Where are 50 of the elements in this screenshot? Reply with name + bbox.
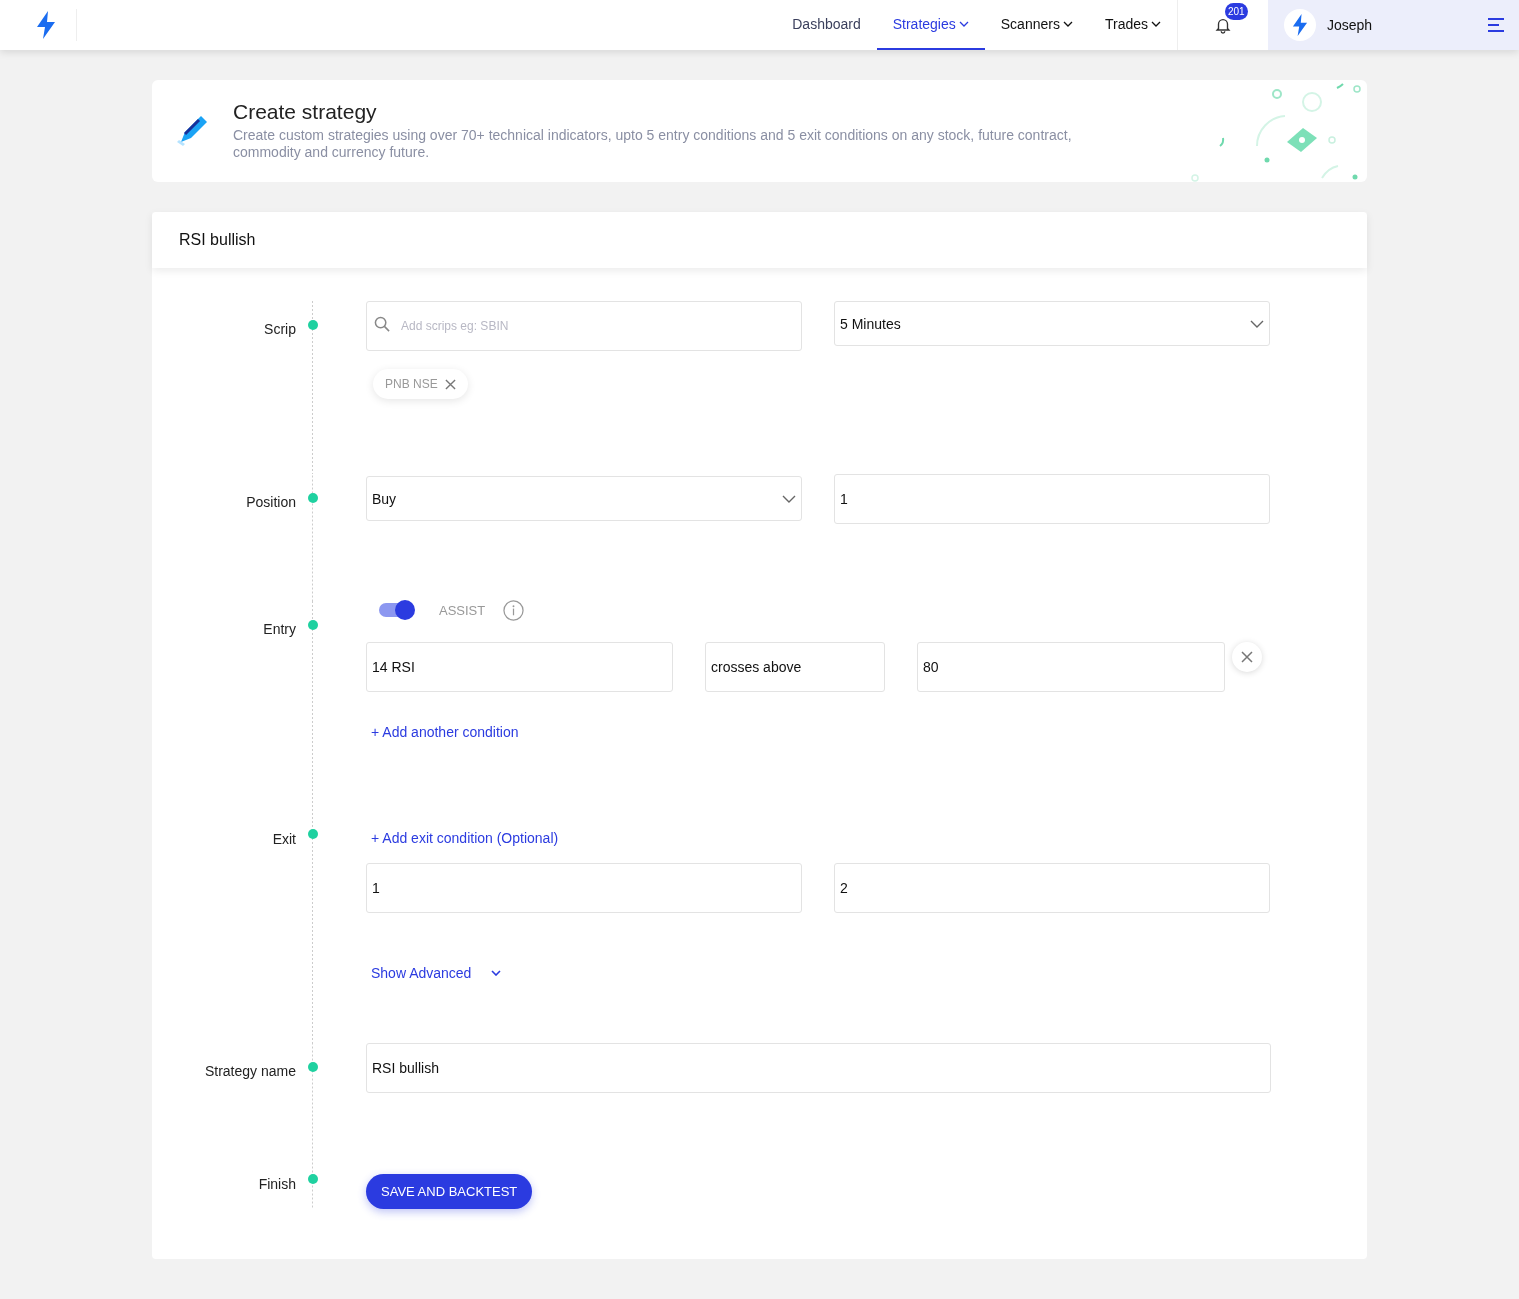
assist-label: ASSIST [439, 602, 486, 618]
scrip-search-field[interactable]: Add scrips eg: SBIN [366, 301, 802, 351]
strategy-title: RSI bullish [179, 231, 256, 249]
save-and-backtest-button[interactable]: SAVE AND BACKTEST [366, 1174, 533, 1209]
step-dot [308, 1062, 318, 1072]
bell-icon[interactable] [1214, 16, 1232, 34]
step-label: Finish [257, 1175, 296, 1194]
step-label: Scrip [263, 320, 296, 339]
step-label: Exit [271, 830, 296, 849]
step-dot [308, 493, 318, 503]
step-label: Strategy name [203, 1062, 296, 1081]
chevron-down-icon [1250, 319, 1264, 328]
bolt-logo-icon[interactable] [35, 11, 57, 39]
chip-label: PNB NSE [385, 377, 438, 391]
nav-tab[interactable]: Trades [1088, 0, 1177, 50]
nav-tab[interactable]: Scanners [984, 0, 1089, 50]
search-icon [374, 316, 391, 333]
avatar[interactable] [1284, 9, 1316, 41]
condition-field[interactable]: 14 RSI [366, 642, 673, 692]
page-description: Create custom strategies using over 70+ technical indicators, upto 5 entry conditions and 5 exit conditions on any stock, future contract, commodity and currency future. [233, 127, 1073, 161]
strategy-name-field[interactable]: RSI bullish [366, 1043, 1271, 1093]
condition-field[interactable]: crosses above [705, 642, 885, 692]
step-label: Entry [262, 620, 296, 639]
assist-toggle[interactable] [379, 603, 413, 617]
condition-field[interactable]: 80 [917, 642, 1225, 692]
interval-dropdown[interactable]: 5 Minutes [834, 301, 1270, 346]
chevron-down-icon [782, 494, 796, 503]
add-condition-link[interactable]: + Add another condition [371, 724, 519, 740]
nav-tab[interactable]: Dashboard [776, 0, 877, 50]
user-name[interactable]: Joseph [1327, 17, 1373, 33]
quantity-field[interactable]: 1 [834, 474, 1270, 524]
page-title: Create strategy [233, 100, 378, 124]
chevron-down-icon [491, 970, 502, 976]
exit-value-field[interactable]: 1 [366, 863, 802, 913]
show-advanced-link[interactable]: Show Advanced [371, 965, 502, 981]
notification-count: 201 [1225, 3, 1248, 20]
step-dot [308, 320, 318, 330]
add-exit-condition-link[interactable]: + Add exit condition (Optional) [371, 830, 559, 846]
info-icon[interactable] [503, 599, 525, 621]
step-dot [308, 829, 318, 839]
step-dot [308, 1174, 318, 1184]
exit-value-field[interactable]: 2 [834, 863, 1270, 913]
close-icon[interactable] [444, 378, 456, 390]
remove-condition-button[interactable] [1232, 642, 1262, 672]
step-label: Position [245, 493, 296, 512]
nav-tab[interactable]: Strategies [876, 0, 985, 50]
menu-icon[interactable] [1487, 17, 1505, 33]
close-icon [1241, 651, 1253, 663]
position-dropdown[interactable]: Buy [366, 476, 802, 521]
step-dot [308, 620, 318, 630]
